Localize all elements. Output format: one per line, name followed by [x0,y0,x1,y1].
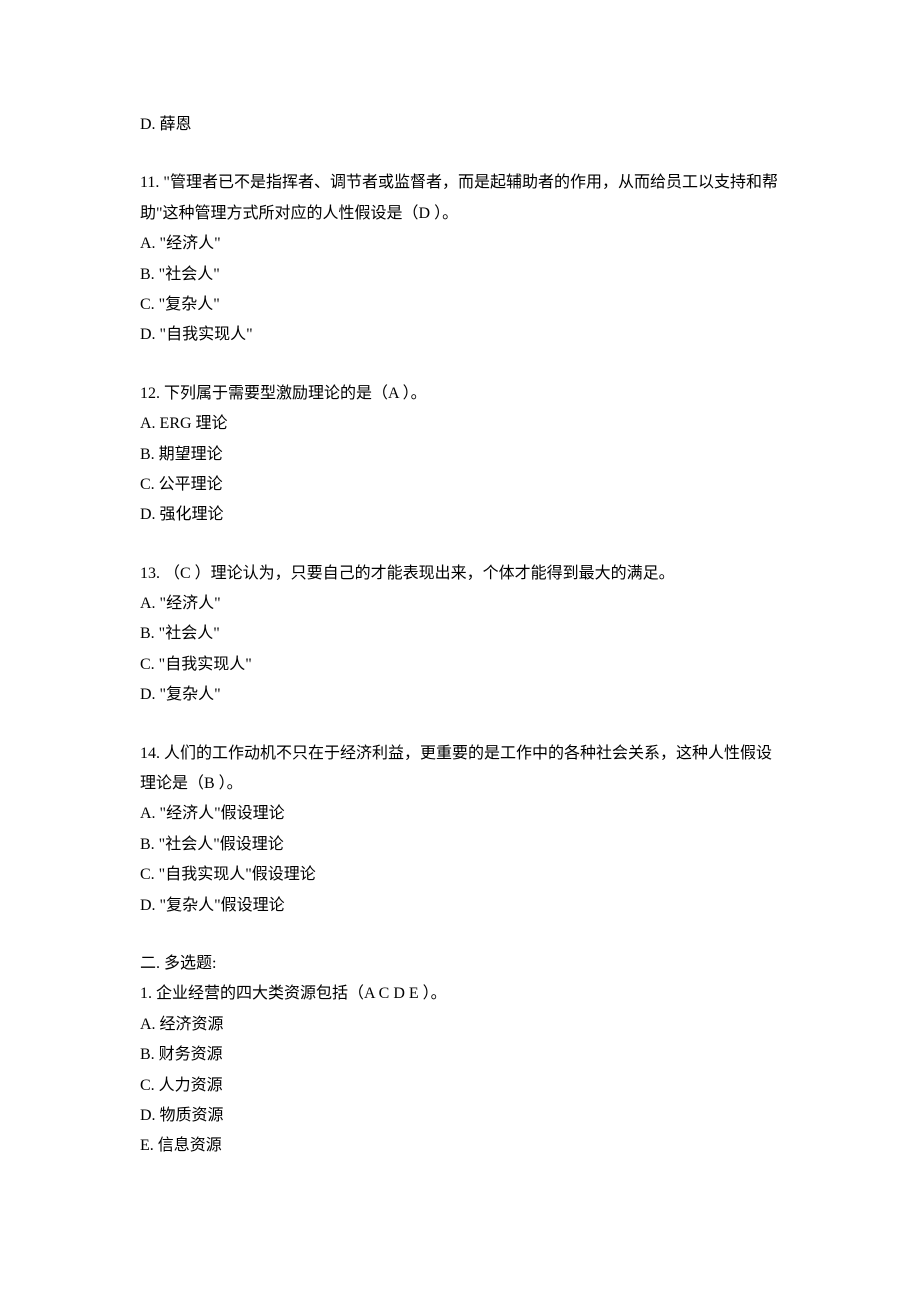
text-line: B. "社会人" [140,619,780,649]
text-line: 13. （C ）理论认为，只要自己的才能表现出来，个体才能得到最大的满足。 [140,559,780,589]
text-line: C. "自我实现人" [140,650,780,680]
text-block: 11. "管理者已不是指挥者、调节者或监督者，而是起辅助者的作用，从而给员工以支… [140,168,780,350]
text-line: C. "复杂人" [140,290,780,320]
text-line: C. "自我实现人"假设理论 [140,860,780,890]
text-line: D. "自我实现人" [140,320,780,350]
text-line: A. ERG 理论 [140,409,780,439]
text-line: C. 公平理论 [140,470,780,500]
text-line: D. 强化理论 [140,500,780,530]
text-line: 14. 人们的工作动机不只在于经济利益，更重要的是工作中的各种社会关系，这种人性… [140,739,780,800]
text-line: A. "经济人" [140,229,780,259]
text-line: 二. 多选题: [140,949,780,979]
text-block: 14. 人们的工作动机不只在于经济利益，更重要的是工作中的各种社会关系，这种人性… [140,739,780,921]
document-content: D. 薛恩 11. "管理者已不是指挥者、调节者或监督者，而是起辅助者的作用，从而… [140,110,780,1162]
text-line: B. "社会人" [140,260,780,290]
text-block: 二. 多选题:1. 企业经营的四大类资源包括（A C D E ）。A. 经济资源… [140,949,780,1162]
text-line: B. "社会人"假设理论 [140,830,780,860]
text-line: B. 财务资源 [140,1040,780,1070]
text-line: C. 人力资源 [140,1071,780,1101]
text-line: D. 薛恩 [140,110,780,140]
text-line: B. 期望理论 [140,440,780,470]
text-block: D. 薛恩 [140,110,780,140]
text-line: A. "经济人" [140,589,780,619]
text-line: D. 物质资源 [140,1101,780,1131]
text-line: A. 经济资源 [140,1010,780,1040]
text-line: D. "复杂人" [140,680,780,710]
text-line: 11. "管理者已不是指挥者、调节者或监督者，而是起辅助者的作用，从而给员工以支… [140,168,780,229]
text-line: A. "经济人"假设理论 [140,799,780,829]
text-block: 13. （C ）理论认为，只要自己的才能表现出来，个体才能得到最大的满足。A. … [140,559,780,711]
text-block: 12. 下列属于需要型激励理论的是（A ）。A. ERG 理论B. 期望理论C.… [140,379,780,531]
text-line: 12. 下列属于需要型激励理论的是（A ）。 [140,379,780,409]
text-line: E. 信息资源 [140,1131,780,1161]
text-line: D. "复杂人"假设理论 [140,891,780,921]
text-line: 1. 企业经营的四大类资源包括（A C D E ）。 [140,979,780,1009]
